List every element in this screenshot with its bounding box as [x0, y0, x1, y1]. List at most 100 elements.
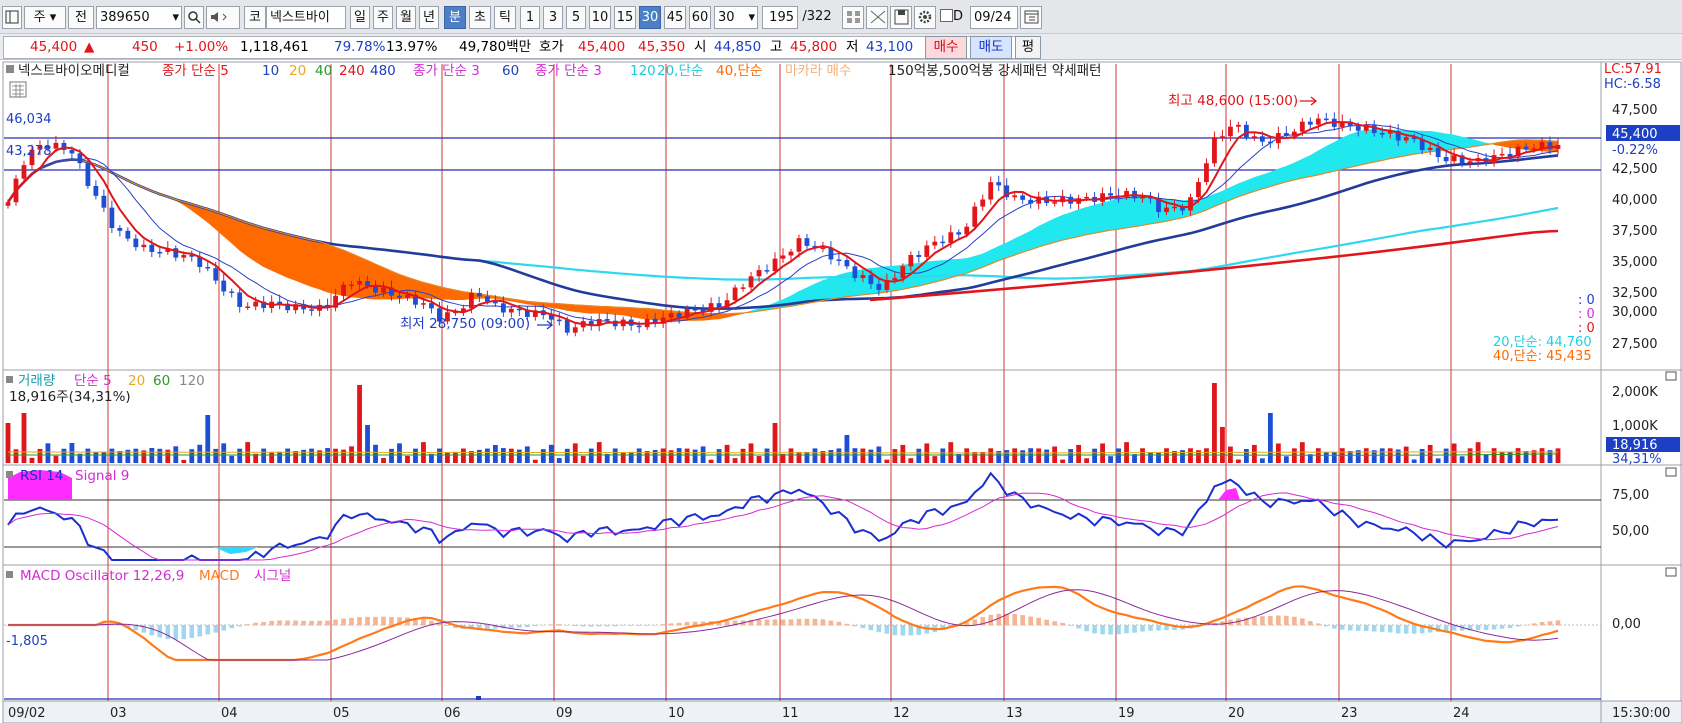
ma-cloud-segment [830, 274, 840, 300]
candle-body [245, 306, 251, 309]
volume-bar [892, 449, 898, 463]
volume-bar [724, 444, 730, 463]
period-second[interactable]: 초 [469, 6, 491, 29]
search-icon[interactable] [184, 6, 204, 29]
macd-histogram-bar [844, 623, 850, 626]
period-month[interactable]: 월 [396, 6, 416, 29]
macd-histogram-bar [1316, 623, 1321, 626]
ma-cloud-segment [1310, 150, 1319, 177]
panel-menu-icon[interactable] [6, 571, 13, 578]
ma40-value: 40,단순: 45,435 [1493, 349, 1592, 364]
candle-body [1299, 121, 1305, 132]
trade-amount: 49,780백만 [459, 39, 532, 55]
interval-input[interactable]: 30 ▾ [714, 6, 758, 29]
gear-icon[interactable] [914, 6, 936, 29]
macd-histogram-bar [812, 618, 818, 626]
interval-5[interactable]: 5 [566, 6, 586, 29]
volume-bar [972, 452, 978, 463]
collapse-icon[interactable] [1665, 567, 1677, 577]
candle-body [1188, 197, 1193, 211]
volume-bar [213, 448, 219, 463]
volume-bar [1539, 448, 1545, 463]
calendar-icon[interactable] [1020, 6, 1042, 29]
crosshair-icon[interactable] [866, 6, 888, 29]
volume-bar [1036, 448, 1042, 463]
bar-count-input[interactable]: 195 [762, 6, 798, 29]
macd-histogram-bar [1052, 621, 1057, 626]
volume-bar [157, 448, 163, 463]
candle-body [213, 268, 219, 281]
candle-body [948, 232, 954, 243]
candle-body [1228, 126, 1233, 137]
panel-menu-icon[interactable] [6, 376, 13, 383]
stock-code-input[interactable]: 389650 ▾ [96, 6, 182, 29]
d-checkbox[interactable]: D [940, 6, 970, 29]
period-minute[interactable]: 분 [444, 6, 466, 29]
volume-bar [1188, 448, 1193, 463]
grid-icon[interactable] [842, 6, 864, 29]
panel-menu-icon[interactable] [6, 65, 14, 73]
layout-icon[interactable] [2, 6, 22, 29]
period-tick[interactable]: 틱 [494, 6, 516, 29]
candle-body [253, 301, 259, 307]
sound-icon[interactable] [206, 6, 240, 29]
stock-name-field[interactable]: 넥스트바이 [266, 6, 346, 29]
candle-body [1236, 124, 1241, 127]
interval-10[interactable]: 10 [589, 6, 611, 29]
candle-body [1523, 146, 1529, 150]
volume-bar [285, 448, 291, 463]
save-icon[interactable] [890, 6, 912, 29]
volume-bar [1220, 427, 1225, 463]
macd-histogram-bar [357, 617, 362, 626]
rsi-tick: 50,00 [1612, 524, 1649, 539]
buy-button[interactable]: 매수 [925, 36, 967, 59]
ma-cloud-segment [814, 280, 824, 303]
interval-1[interactable]: 1 [520, 6, 540, 29]
volume-bar [309, 448, 315, 463]
macd-histogram-bar [604, 625, 610, 627]
macd-histogram-bar [612, 625, 618, 627]
interval-30[interactable]: 30 [639, 6, 661, 29]
x-axis-label: 09/02 [8, 706, 45, 721]
stock-chart[interactable]: 넥스트바이오메디컬 종가 단순 5 10 20 40 240 480 종가 단순… [0, 60, 1682, 723]
code-prefix[interactable]: 코 [244, 6, 266, 29]
interval-15[interactable]: 15 [614, 6, 636, 29]
interval-3[interactable]: 3 [543, 6, 563, 29]
sell-button[interactable]: 매도 [970, 36, 1012, 59]
low-price: 43,100 [866, 39, 914, 55]
volume-value: 1,118,461 [240, 39, 309, 55]
ma-cloud-segment [910, 262, 920, 288]
collapse-icon[interactable] [1665, 467, 1677, 477]
prev-button[interactable]: 전 [68, 6, 94, 29]
hline-label-2: 43,278 [6, 144, 52, 159]
candle-body [1140, 196, 1145, 199]
ma-cloud-segment [1126, 196, 1135, 229]
candle-body [1427, 147, 1433, 151]
candle-body [980, 199, 986, 207]
macd-histogram-bar [1483, 625, 1489, 631]
period-day[interactable]: 일 [350, 6, 370, 29]
volume-bar [277, 451, 283, 463]
checkbox-box [940, 9, 953, 22]
volume-bar [684, 448, 690, 463]
table-icon[interactable] [9, 81, 27, 98]
average-button[interactable]: 평 [1015, 36, 1041, 59]
period-week[interactable]: 주 [373, 6, 393, 29]
macd-histogram-bar [1379, 625, 1385, 632]
market-select[interactable]: 주 ▾ [24, 6, 66, 29]
macd-histogram-bar [1371, 625, 1377, 632]
checkbox-label: D [953, 9, 964, 24]
interval-60[interactable]: 60 [689, 6, 711, 29]
volume-bar [516, 449, 522, 463]
candle-body [109, 207, 115, 228]
interval-45[interactable]: 45 [664, 6, 686, 29]
volume-bar [732, 458, 738, 463]
macd-histogram-bar [596, 625, 602, 627]
volume-bar [1419, 448, 1425, 463]
period-year[interactable]: 년 [419, 6, 439, 29]
collapse-icon[interactable] [1665, 371, 1677, 381]
candle-body [772, 258, 778, 272]
panel-menu-icon[interactable] [6, 471, 13, 478]
macd-histogram-bar [1084, 625, 1089, 632]
date-input[interactable]: 09/24 [970, 6, 1018, 29]
